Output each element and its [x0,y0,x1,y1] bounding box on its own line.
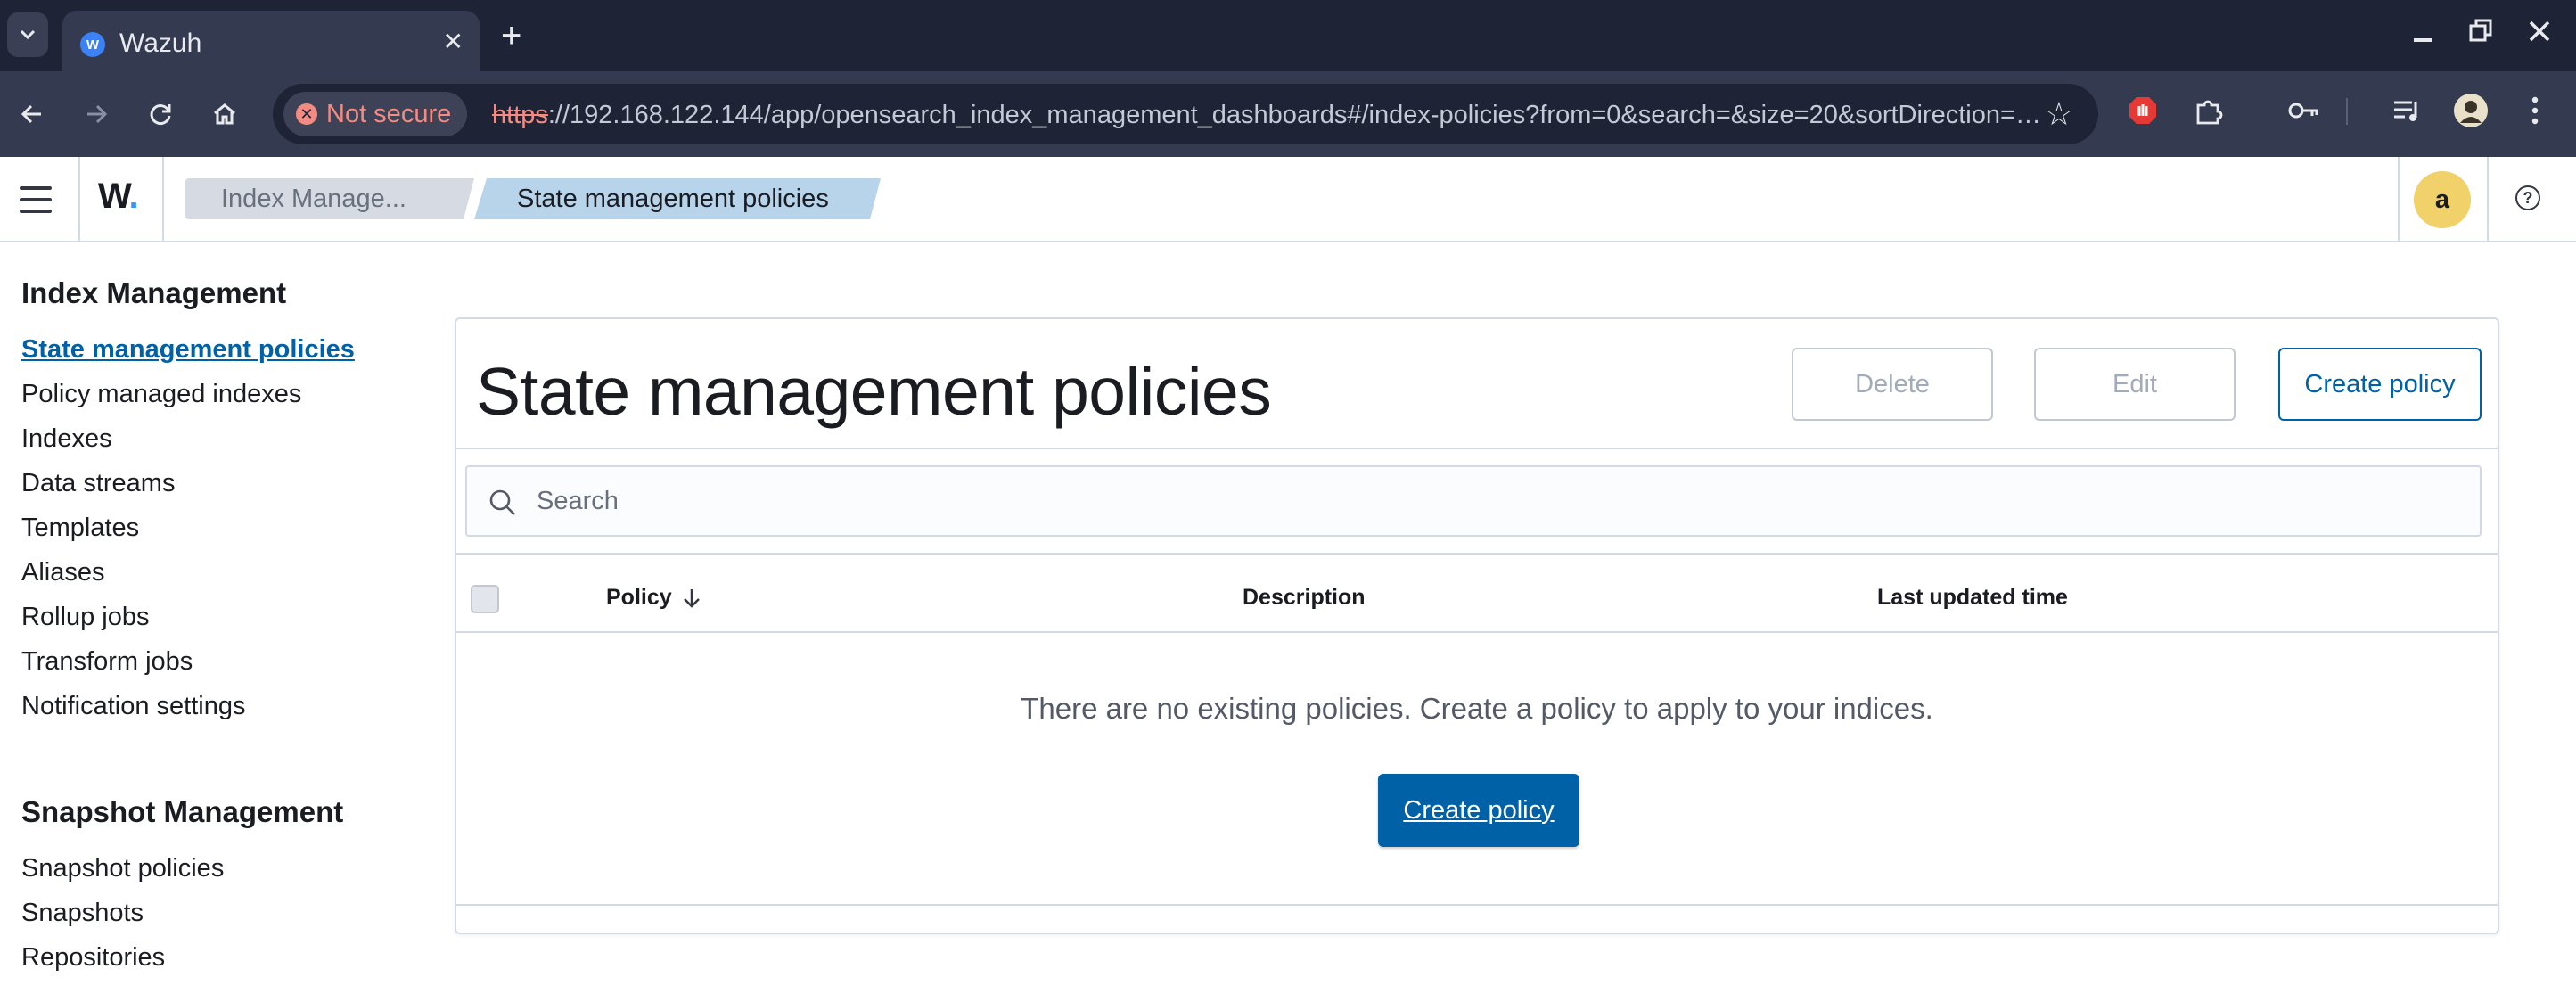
sidebar-item-notification-settings[interactable]: Notification settings [21,692,245,721]
help-icon[interactable]: ? [2515,185,2540,210]
browser-tab-bar: W Wazuh ✕ + [0,0,2576,71]
breadcrumb-current: State management policies [474,178,881,219]
url-scheme: https [492,101,548,129]
sidebar-item-rollup-jobs[interactable]: Rollup jobs [21,603,149,632]
password-key-icon[interactable] [2282,89,2325,132]
chevron-down-icon [20,29,36,40]
adblock-extension-icon[interactable] [2121,89,2164,132]
more-menu-icon[interactable] [2514,89,2556,132]
url-path: ://192.168.122.144/app/opensearch_index_… [547,101,2041,129]
sidebar-section-snapshot-management: Snapshot Management [21,795,344,828]
restore-icon[interactable] [2469,14,2492,53]
search-field[interactable] [465,465,2482,537]
delete-button[interactable]: Delete [1792,348,1993,421]
column-header-last-updated[interactable]: Last updated time [1877,585,2068,611]
security-label: Not secure [326,99,452,128]
sidebar-item-state-management-policies[interactable]: State management policies [21,335,355,365]
hamburger-menu-icon[interactable] [16,182,55,218]
sidebar-item-snapshot-policies[interactable]: Snapshot policies [21,854,224,883]
minimize-icon[interactable] [2412,14,2433,53]
toolbar-divider [2346,98,2348,125]
sidebar-section-index-management: Index Management [21,276,287,309]
edit-button[interactable]: Edit [2034,348,2236,421]
search-input[interactable] [537,481,2453,521]
sidebar-item-aliases[interactable]: Aliases [21,558,105,587]
bookmark-star-icon[interactable]: ☆ [2045,96,2073,132]
home-icon[interactable] [203,93,246,136]
logo-letter: W [98,177,130,216]
wazuh-logo[interactable]: W. [98,177,139,217]
sidebar-item-transform-jobs[interactable]: Transform jobs [21,647,193,677]
header-divider [2398,157,2400,242]
new-tab-icon[interactable]: + [501,16,521,55]
tab-list-button[interactable] [7,12,48,57]
header-divider [162,157,164,242]
column-header-description[interactable]: Description [1243,585,1366,611]
url-text[interactable]: https://192.168.122.144/app/opensearch_i… [492,101,2043,130]
panel-divider [456,448,2498,449]
sort-descending-icon [683,588,700,608]
tab-close-icon[interactable]: ✕ [443,27,464,56]
policies-panel: State management policies Delete Edit Cr… [455,317,2499,934]
column-header-policy[interactable]: Policy [606,585,702,611]
search-icon [489,489,515,515]
table-footer-divider [456,904,2498,906]
sidebar-item-indexes[interactable]: Indexes [21,424,112,454]
sidebar-item-templates[interactable]: Templates [21,514,139,543]
logo-dot: . [128,177,139,216]
sidebar-item-policy-managed-indexes[interactable]: Policy managed indexes [21,380,301,409]
sidebar-item-repositories[interactable]: Repositories [21,943,165,973]
panel-divider [456,553,2498,555]
create-policy-button[interactable]: Create policy [2278,348,2482,421]
empty-state-message: There are no existing policies. Create a… [1021,692,1933,725]
select-all-checkbox[interactable] [471,585,499,613]
page-title: State management policies [476,354,1272,429]
sidebar-item-data-streams[interactable]: Data streams [21,469,175,498]
header-divider [78,157,80,242]
back-icon[interactable] [11,93,53,136]
app-header: W. Index Manage... State management poli… [0,157,2576,242]
tab-title: Wazuh [119,29,202,58]
warning-icon: ✕ [296,103,317,125]
profile-avatar-icon[interactable] [2449,89,2492,132]
empty-state-create-policy-button[interactable]: Create policy [1378,774,1579,847]
security-chip[interactable]: ✕ Not secure [283,92,468,136]
breadcrumb-index-management[interactable]: Index Manage... [185,178,474,219]
reload-icon[interactable] [139,93,182,136]
table-header-divider [456,631,2498,633]
address-bar[interactable]: ✕ Not secure https://192.168.122.144/app… [273,84,2098,144]
browser-tab[interactable]: W Wazuh ✕ [62,11,480,71]
extensions-puzzle-icon[interactable] [2187,89,2230,132]
header-divider [2487,157,2489,242]
user-avatar[interactable]: a [2414,171,2471,228]
column-header-policy-label: Policy [606,585,672,610]
forward-icon[interactable] [75,93,118,136]
close-window-icon[interactable] [2528,14,2551,53]
sidebar-item-snapshots[interactable]: Snapshots [21,899,144,928]
wazuh-favicon-icon: W [80,32,105,57]
media-queue-icon[interactable] [2385,89,2428,132]
